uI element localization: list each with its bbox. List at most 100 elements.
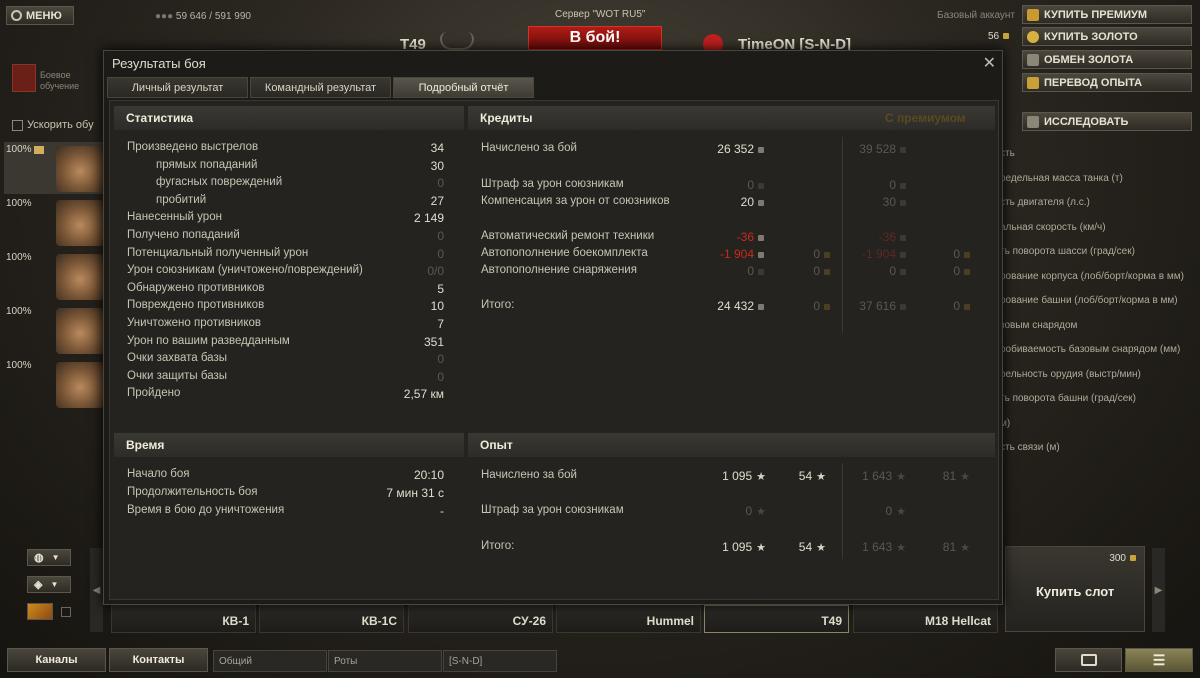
- research-button[interactable]: ИССЛЕДОВАТЬ: [1022, 112, 1192, 131]
- stat-value: 30: [430, 158, 444, 173]
- stat-value: 0/0: [427, 264, 444, 279]
- tank-card-label: КВ-1С: [361, 614, 397, 628]
- chat-channel-clan[interactable]: [S-N-D]: [443, 650, 557, 672]
- premium-credit-amount: 30: [882, 195, 896, 209]
- credits-icon: [758, 303, 764, 310]
- star-icon: ★: [756, 506, 766, 518]
- premium-exp-value: 1 643 ★: [810, 469, 906, 483]
- premium-divider: [842, 137, 843, 333]
- tab-label: Командный результат: [264, 81, 377, 94]
- tank-param-item: сть: [1000, 148, 1015, 159]
- channels-label: Каналы: [35, 654, 78, 666]
- server-select[interactable]: ◍ ▼: [27, 549, 71, 566]
- chat-button[interactable]: [1055, 648, 1122, 672]
- tank-param-item: сть связи (м): [1000, 442, 1060, 453]
- tab-detailed[interactable]: Подробный отчёт: [393, 77, 534, 98]
- tab-personal[interactable]: Личный результат: [107, 77, 248, 98]
- credit-amount: 0: [747, 178, 754, 192]
- premium-credit-value: 37 616: [810, 299, 906, 313]
- gold-counter: 56: [988, 31, 1010, 42]
- battle-button[interactable]: В бой!: [528, 26, 662, 50]
- tank-card-kv1s[interactable]: КВ-1С: [259, 605, 404, 633]
- carousel-left-arrow[interactable]: ◀: [90, 548, 103, 632]
- credits-value: 59 646 / 591 990: [175, 11, 251, 22]
- crew-slot-5[interactable]: 100%: [4, 358, 104, 410]
- experience-star-icon: [1027, 76, 1039, 89]
- gold-icon: [964, 251, 970, 258]
- tab-team[interactable]: Командный результат: [250, 77, 391, 98]
- tab-label: Подробный отчёт: [418, 81, 509, 94]
- list-icon: ☰: [1152, 651, 1166, 668]
- premium-credit-value: 0: [810, 178, 906, 192]
- crew-slot-2[interactable]: 100%: [4, 196, 104, 248]
- credits-icon: [900, 234, 906, 241]
- tank-param-item: альная скорость (км/ч): [1000, 221, 1106, 233]
- stat-value: 351: [423, 334, 444, 349]
- credits-icon: [758, 234, 764, 241]
- credits-icon: [900, 268, 906, 275]
- buy-slot-card[interactable]: 300 Купить слот: [1005, 546, 1145, 632]
- exchange-gold-label: ОБМЕН ЗОЛОТА: [1044, 53, 1134, 66]
- stat-value: 0: [437, 369, 444, 384]
- stat-value: 0: [437, 229, 444, 243]
- premium-gold-amount: 0: [953, 247, 960, 261]
- tank-card-hummel[interactable]: Hummel: [556, 605, 701, 633]
- stat-label: Очки защиты базы: [127, 369, 227, 382]
- tank-param-item: ть поворота башни (град/сек): [1000, 393, 1136, 404]
- credits-icon: [758, 268, 764, 275]
- menu-button[interactable]: МЕНЮ: [6, 6, 74, 25]
- tank-card-su26[interactable]: СУ-26: [408, 605, 553, 633]
- crew-slot-4[interactable]: 100%: [4, 304, 104, 356]
- stat-label: пробитий: [156, 193, 207, 206]
- service-menu-button[interactable]: ☰: [1125, 648, 1193, 672]
- stat-value: 34: [430, 141, 444, 155]
- chat-channel-companies[interactable]: Роты: [328, 650, 442, 672]
- tank-param-item: ть поворота шасси (град/сек): [1000, 246, 1135, 257]
- contacts-button[interactable]: Контакты: [109, 648, 208, 672]
- tank-param-item: м): [1000, 417, 1011, 429]
- close-icon[interactable]: ✕: [983, 53, 996, 73]
- crew-slot-3[interactable]: 100%: [4, 250, 104, 302]
- carousel-right-arrow[interactable]: ▶: [1152, 548, 1165, 632]
- premium-credit-value: -1 904: [810, 247, 906, 261]
- star-icon: ★: [896, 471, 906, 483]
- crew-slot-1[interactable]: 100%: [4, 142, 104, 194]
- speedup-training[interactable]: Ускорить обу: [12, 119, 94, 131]
- camo-icon[interactable]: [27, 603, 53, 620]
- credits-icon: [758, 251, 764, 258]
- stat-value: 5: [437, 281, 444, 296]
- filter-checkbox[interactable]: [61, 607, 71, 617]
- premium-credit-amount: 37 616: [859, 299, 896, 313]
- buy-gold-button[interactable]: КУПИТЬ ЗОЛОТО: [1022, 27, 1192, 46]
- buy-premium-button[interactable]: КУПИТЬ ПРЕМИУМ: [1022, 5, 1192, 24]
- credit-amount: 26 352: [717, 142, 754, 156]
- tank-card-m18[interactable]: M18 Hellcat: [853, 605, 998, 633]
- tank-param-item: робиваемость базовым снарядом (мм): [1000, 344, 1181, 355]
- credits-header: Кредиты С премиумом: [468, 106, 995, 130]
- research-icon: [1027, 115, 1039, 128]
- tank-card-t49[interactable]: T49: [704, 605, 849, 633]
- battle-type-select[interactable]: ◈ ▼: [27, 576, 71, 593]
- tank-card-label: Hummel: [646, 614, 694, 628]
- chat-channel-general[interactable]: Общий: [213, 650, 327, 672]
- time-header: Время: [114, 433, 464, 457]
- star-icon: ★: [756, 542, 766, 554]
- tank-card-label: M18 Hellcat: [924, 614, 991, 628]
- crew-portrait: [56, 146, 104, 192]
- exp-amount: 1 095: [722, 469, 753, 483]
- exchange-gold-button[interactable]: ОБМЕН ЗОЛОТА: [1022, 50, 1192, 69]
- convert-exp-button[interactable]: ПЕРЕВОД ОПЫТА: [1022, 73, 1192, 92]
- tank-card-kv1[interactable]: КВ-1: [111, 605, 256, 633]
- stat-value: 0: [437, 176, 444, 191]
- channels-button[interactable]: Каналы: [7, 648, 106, 672]
- credits-icon: [900, 251, 906, 258]
- time-label: Начало боя: [127, 468, 190, 480]
- slot-price-value: 300: [1109, 553, 1126, 564]
- exp-amount: 1 095: [722, 540, 753, 554]
- exp-label: Итого:: [481, 540, 515, 552]
- premium-gold-amount: 0: [953, 299, 960, 313]
- chevron-down-icon: ▼: [51, 553, 60, 562]
- credit-value: -36: [670, 230, 764, 244]
- premium-exp-amount: 1 643: [862, 469, 893, 483]
- star-icon: ★: [896, 542, 906, 554]
